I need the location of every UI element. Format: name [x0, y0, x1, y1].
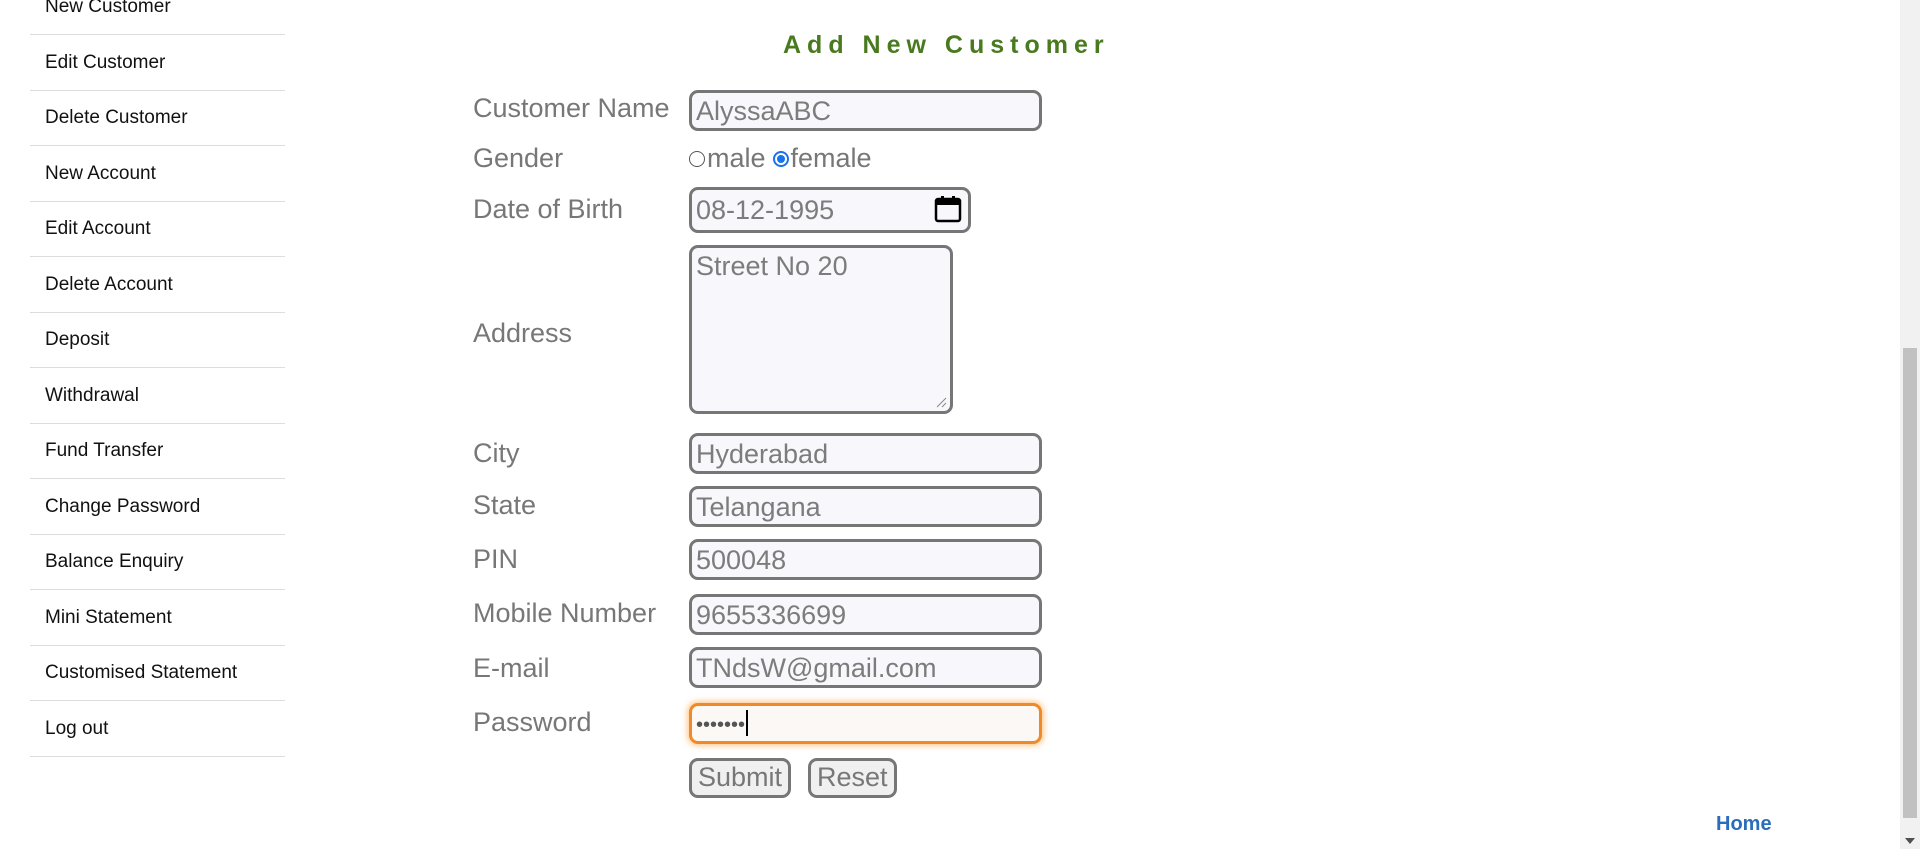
- sidebar-item-label: Edit Customer: [45, 52, 166, 73]
- sidebar-item-label: Balance Enquiry: [45, 551, 184, 572]
- submit-button[interactable]: Submit: [689, 758, 792, 798]
- sidebar-item-label: Mini Statement: [45, 607, 172, 628]
- sidebar-item-label: New Account: [45, 163, 156, 184]
- sidebar-item-deposit[interactable]: Deposit: [30, 313, 285, 368]
- password-value: •••••••: [696, 714, 746, 736]
- address-label: Address: [473, 318, 573, 348]
- sidebar-item-change-password[interactable]: Change Password: [30, 480, 285, 535]
- sidebar-item-delete-account[interactable]: Delete Account: [30, 258, 285, 313]
- city-input[interactable]: Hyderabad: [689, 433, 1042, 474]
- address-value: Street No 20: [696, 251, 848, 281]
- password-input[interactable]: •••••••: [689, 703, 1042, 744]
- sidebar-item-log-out[interactable]: Log out: [30, 702, 285, 757]
- sidebar-item-edit-account[interactable]: Edit Account: [30, 202, 285, 257]
- reset-button[interactable]: Reset: [808, 758, 897, 798]
- sidebar-item-label: Withdrawal: [45, 385, 139, 406]
- scroll-down-arrow-icon[interactable]: [1905, 838, 1915, 844]
- sidebar-item-label: Delete Customer: [45, 107, 188, 128]
- sidebar-item-new-customer[interactable]: New Customer: [30, 0, 285, 35]
- mobile-number-input[interactable]: 9655336699: [689, 594, 1042, 635]
- sidebar-item-label: Change Password: [45, 496, 201, 517]
- sidebar-item-balance-enquiry[interactable]: Balance Enquiry: [30, 535, 285, 590]
- email-input[interactable]: TNdsW@gmail.com: [689, 647, 1042, 688]
- resize-grip-icon[interactable]: [935, 396, 947, 408]
- password-label: Password: [473, 707, 592, 737]
- text-caret: [746, 709, 749, 736]
- sidebar-item-delete-customer[interactable]: Delete Customer: [30, 91, 285, 146]
- customer-name-label: Customer Name: [473, 93, 670, 123]
- sidebar-item-new-account[interactable]: New Account: [30, 147, 285, 202]
- gender-label: Gender: [473, 143, 564, 173]
- gender-male-radio[interactable]: [689, 150, 705, 167]
- form-title: Add New Customer: [783, 31, 1110, 59]
- sidebar-item-customised-statement[interactable]: Customised Statement: [30, 646, 285, 701]
- customer-name-input[interactable]: AlyssaABC: [689, 90, 1042, 131]
- calendar-icon[interactable]: [934, 195, 962, 223]
- scrollbar-thumb[interactable]: [1903, 348, 1917, 818]
- sidebar-item-label: Deposit: [45, 329, 110, 350]
- sidebar-item-label: Log out: [45, 718, 109, 739]
- email-label: E-mail: [473, 653, 550, 683]
- sidebar-item-label: Fund Transfer: [45, 440, 164, 461]
- pin-label: PIN: [473, 544, 519, 574]
- vertical-scrollbar[interactable]: [1900, 0, 1920, 849]
- sidebar-item-label: New Customer: [45, 0, 171, 17]
- home-link[interactable]: Home: [1716, 813, 1772, 836]
- dob-value: 08-12-1995: [696, 195, 835, 225]
- mobile-number-label: Mobile Number: [473, 598, 657, 628]
- gender-radio-group: male female: [689, 143, 872, 174]
- sidebar-item-edit-customer[interactable]: Edit Customer: [30, 36, 285, 91]
- sidebar-item-label: Edit Account: [45, 218, 151, 239]
- sidebar-item-fund-transfer[interactable]: Fund Transfer: [30, 424, 285, 479]
- gender-male-label: male: [707, 143, 766, 173]
- pin-input[interactable]: 500048: [689, 539, 1042, 580]
- sidebar-item-withdrawal[interactable]: Withdrawal: [30, 369, 285, 424]
- gender-female-label: female: [790, 143, 872, 173]
- sidebar-item-label: Customised Statement: [45, 662, 238, 683]
- dob-date-input[interactable]: 08-12-1995: [689, 187, 971, 233]
- dob-label: Date of Birth: [473, 194, 624, 224]
- state-input[interactable]: Telangana: [689, 486, 1042, 527]
- state-label: State: [473, 490, 537, 520]
- gender-female-radio[interactable]: [772, 150, 789, 167]
- city-label: City: [473, 438, 520, 468]
- address-textarea[interactable]: Street No 20: [689, 245, 953, 414]
- sidebar-item-mini-statement[interactable]: Mini Statement: [30, 591, 285, 646]
- sidebar-item-label: Delete Account: [45, 274, 173, 295]
